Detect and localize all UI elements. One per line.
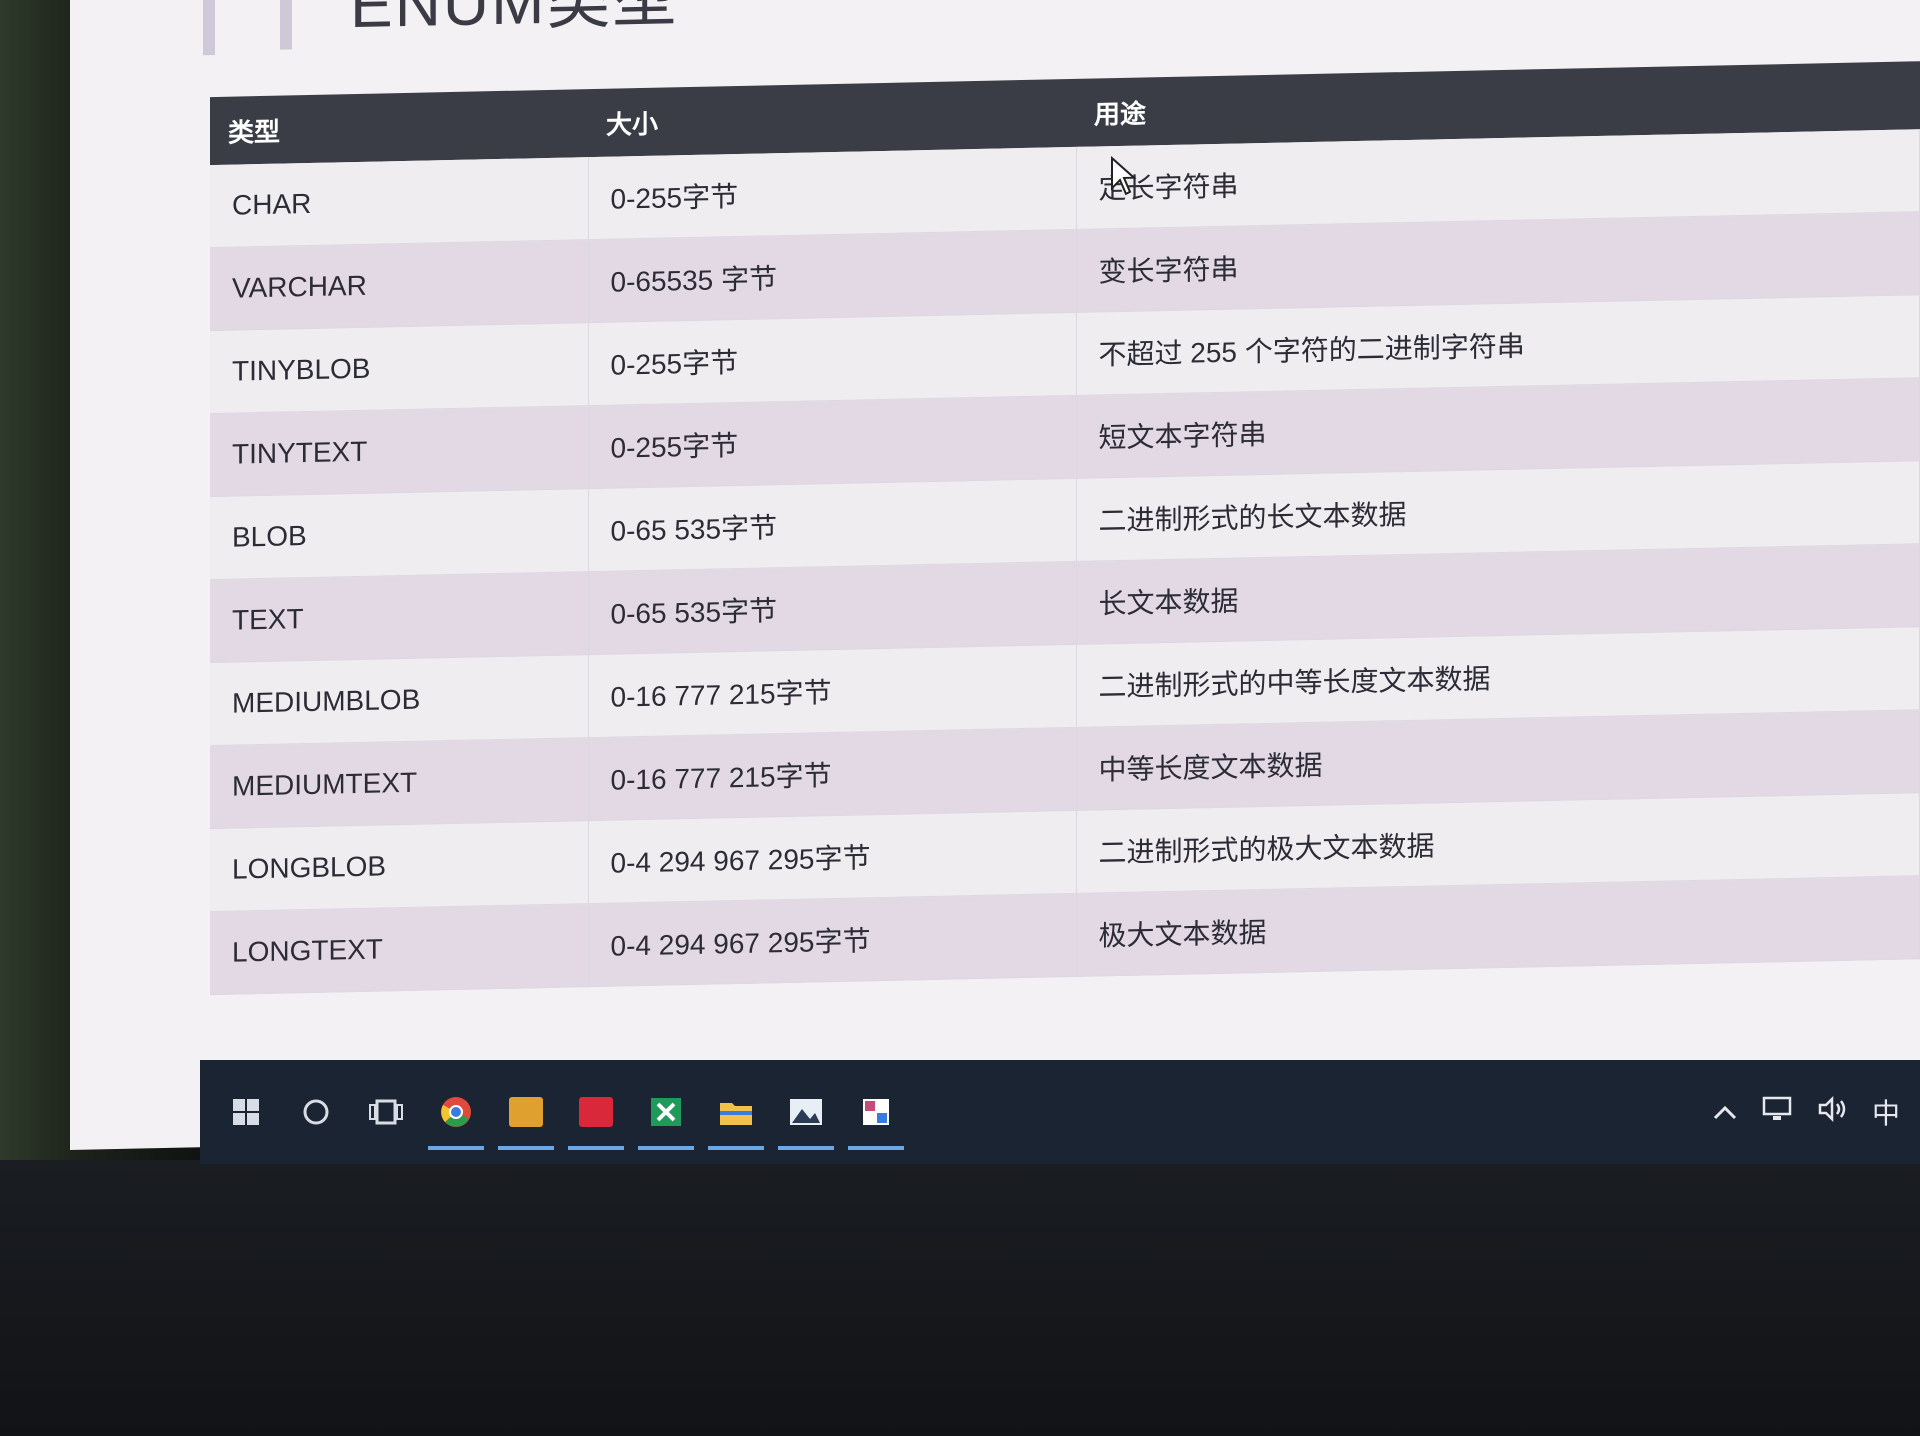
active-indicator [638,1146,694,1150]
task-view-icon[interactable] [358,1084,414,1140]
header-size: 大小 [588,78,1076,158]
search-circle-icon[interactable] [288,1084,344,1140]
excel-icon[interactable] [638,1084,694,1150]
cell-size: 0-255字节 [588,312,1076,406]
cell-type: VARCHAR [210,239,588,331]
cell-size: 0-16 777 215字节 [588,644,1076,738]
cell-type: TEXT [210,571,588,663]
cell-size: 0-65535 字节 [588,229,1076,323]
header-type: 类型 [210,89,588,166]
active-indicator [708,1146,764,1150]
monitor-bezel-bottom [0,1160,1920,1436]
active-indicator [428,1146,484,1150]
cell-type: BLOB [210,488,588,580]
mouse-cursor-icon [1111,155,1137,196]
system-tray: 中 [1690,1060,1900,1164]
active-indicator [498,1146,554,1150]
cell-type: TINYBLOB [210,322,588,414]
chrome-icon[interactable] [428,1084,484,1150]
cell-type: MEDIUMBLOB [210,654,588,746]
cell-size: 0-65 535字节 [588,561,1076,655]
photos-icon[interactable] [778,1084,834,1150]
title-accent-bar-2 [280,0,292,50]
active-indicator [568,1146,624,1150]
chevron-up-icon[interactable] [1712,1096,1738,1128]
cell-size: 0-255字节 [588,146,1076,240]
network-icon[interactable] [1760,1095,1794,1130]
file-manager-icon[interactable] [498,1084,554,1150]
cell-type: TINYTEXT [210,405,588,497]
cell-usage: 极大文本数据 [1076,875,1920,977]
taskbar: 中 [200,1060,1920,1164]
cell-type: MEDIUMTEXT [210,737,588,829]
folder-explorer-icon[interactable] [708,1084,764,1150]
cell-size: 0-4 294 967 295字节 [588,893,1076,987]
input-method-indicator[interactable]: 中 [1872,1092,1900,1132]
slide-title: ENUM类型 [350,0,679,42]
cell-type: LONGTEXT [210,903,588,995]
active-indicator [778,1146,834,1150]
paint-icon[interactable] [848,1084,904,1150]
active-indicator [848,1146,904,1150]
cell-size: 0-65 535字节 [588,478,1076,572]
windows-start-icon[interactable] [218,1084,274,1140]
cell-size: 0-255字节 [588,395,1076,489]
data-type-table: 类型 大小 用途 CHAR 0-255字节 定长字符串 VARCHAR 0-65… [210,61,1920,995]
title-accent-bar [203,0,215,56]
cell-size: 0-16 777 215字节 [588,727,1076,821]
screen: ENUM类型 类型 大小 用途 CHAR 0-255字节 定长字符串 VARCH… [70,0,1920,1150]
cell-size: 0-4 294 967 295字节 [588,810,1076,904]
cell-type: CHAR [210,157,588,248]
volume-icon[interactable] [1816,1095,1850,1130]
cell-type: LONGBLOB [210,820,588,912]
media-app-icon[interactable] [568,1084,624,1150]
